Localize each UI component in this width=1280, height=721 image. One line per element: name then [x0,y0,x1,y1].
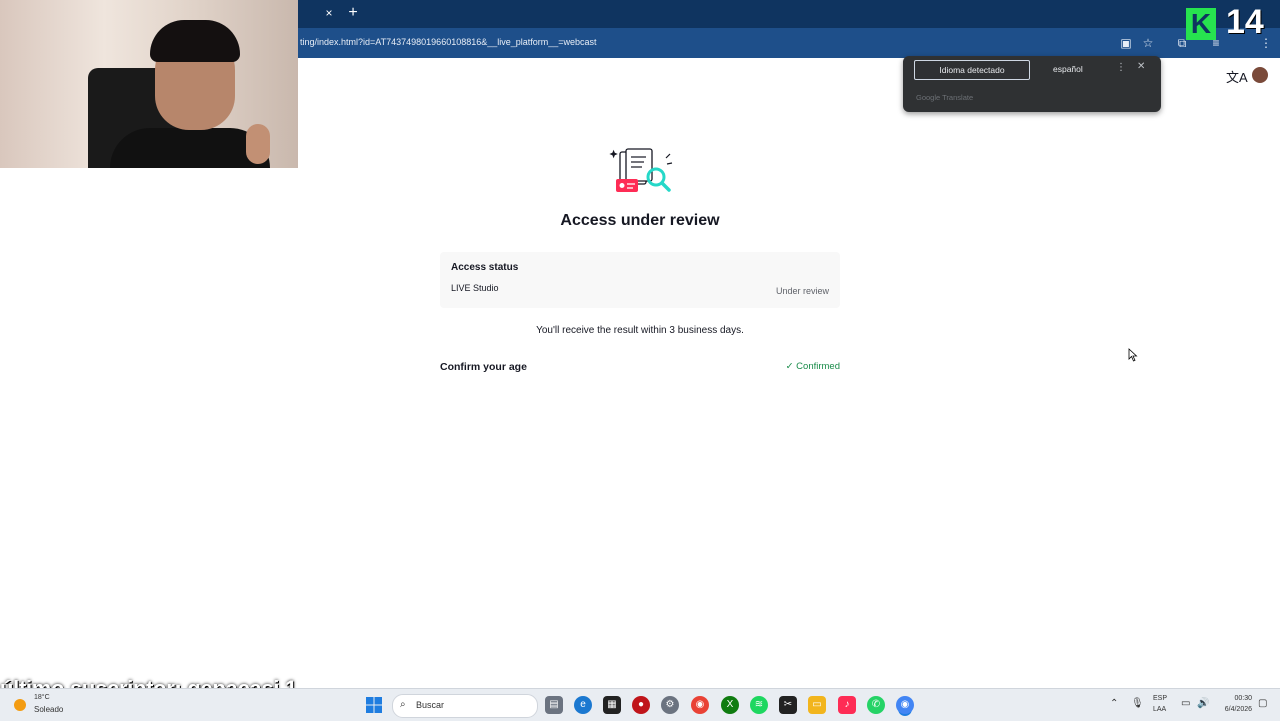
xbox-icon[interactable]: X [721,696,739,714]
close-tab-icon[interactable]: × [322,5,336,21]
windows-taskbar: 18°C Soleado ⌕ Buscar ▤ e ▦ ● ⚙ ◉ X ≋ ✂ … [0,688,1280,721]
streamer-logo: K [1186,8,1216,40]
volume-icon[interactable]: 🔊 [1197,698,1209,709]
clock-date[interactable]: 6/4/2026 [1214,706,1252,713]
confirm-age-label: Confirm your age [440,361,527,373]
review-timeline-note: You'll receive the result within 3 busin… [536,325,744,336]
taskbar-search[interactable]: ⌕ Buscar [392,694,538,718]
access-status-card: Access status LIVE Studio Under review [440,252,840,308]
webcam-overlay [0,0,298,168]
red-app-icon[interactable]: ● [632,696,650,714]
detected-language-tab[interactable]: Idioma detectado [914,60,1030,80]
edge-browser-icon[interactable]: e [574,696,592,714]
translate-close-icon[interactable]: ✕ [1137,61,1145,72]
translate-language-icon[interactable]: 文A [1226,67,1248,86]
capcut-icon[interactable]: ✂ [779,696,797,714]
confirm-age-status: ✓ Confirmed [785,361,840,372]
access-status-label: Access status [451,262,519,273]
page-title: Access under review [560,212,720,229]
translate-more-icon[interactable]: ⋮ [1116,62,1126,73]
whatsapp-icon[interactable]: ✆ [867,696,885,714]
tiktok-live-studio-icon[interactable]: ♪ [838,696,856,714]
access-status-value: Under review [775,286,829,296]
task-view-icon[interactable]: ▤ [545,696,563,714]
weather-sun-icon[interactable] [14,699,26,711]
streamer-logo-number: 14 [1226,3,1264,41]
keyboard-layout[interactable]: LAA [1153,706,1166,713]
clock-time[interactable]: 00:30 [1224,695,1252,702]
url-text[interactable]: ting/index.html?id=AT7437498019660108816… [300,37,597,47]
keyboard-language[interactable]: ESP [1153,695,1167,702]
chrome-active-icon[interactable]: ◉ [896,696,914,714]
weather-temperature[interactable]: 18°C [34,694,50,701]
new-tab-icon[interactable]: + [346,4,360,22]
webcam-person-hair [150,20,240,62]
document-review-illustration [609,148,673,192]
network-icon[interactable]: ▭ [1181,698,1190,709]
spanish-language-tab[interactable]: español [1053,64,1083,74]
taskbar-search-placeholder: Buscar [416,700,445,710]
webcam-person-hand [246,124,270,164]
translate-page-icon[interactable]: ▣ [1118,35,1134,51]
mouse-cursor-icon [1128,348,1138,362]
file-explorer-icon[interactable]: ▭ [808,696,826,714]
access-status-product: LIVE Studio [451,283,499,293]
spotify-icon[interactable]: ≋ [750,696,768,714]
weather-condition[interactable]: Soleado [34,705,63,714]
search-icon: ⌕ [400,699,406,710]
tray-chevron-up-icon[interactable]: ⌃ [1110,698,1118,709]
game-app-icon[interactable]: ▦ [603,696,621,714]
settings-gear-icon[interactable]: ⚙ [661,696,679,714]
google-translate-popup: Idioma detectado español ⋮ ✕ Google Tran… [903,56,1161,112]
translate-brand: Google Translate [916,93,974,102]
bookmark-star-icon[interactable]: ☆ [1140,35,1156,51]
notifications-icon[interactable]: ▢ [1258,698,1267,709]
microphone-icon[interactable]: 🎙 [1131,698,1144,709]
windows-start-icon[interactable] [366,697,382,713]
chrome-browser-icon[interactable]: ◉ [691,696,709,714]
user-avatar[interactable] [1252,67,1268,83]
